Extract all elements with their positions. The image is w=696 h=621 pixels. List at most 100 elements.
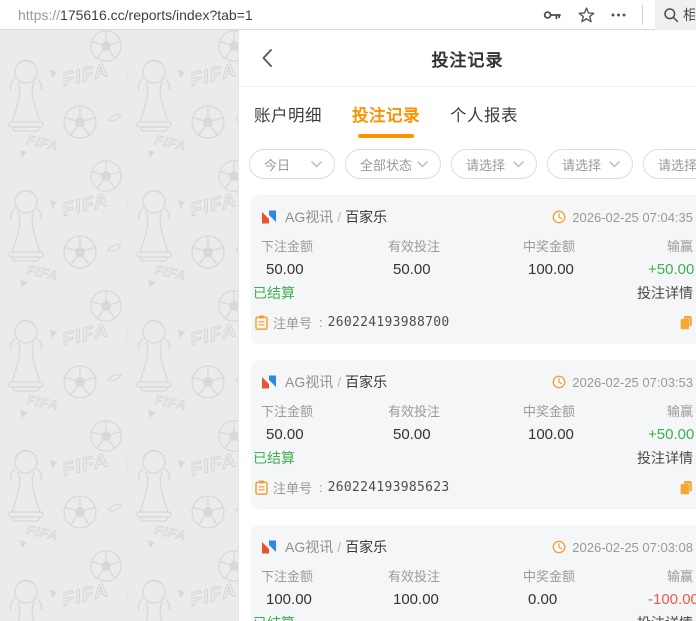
url-scheme: https:// [18, 6, 61, 23]
valid-bet: 50.00 [393, 261, 431, 278]
tab-bet-records[interactable]: 投注记录 [352, 87, 420, 141]
game-provider-logo-icon [262, 375, 276, 389]
card-header: AG视讯 / 百家乐 2026-02-25 07:03:53 [259, 368, 693, 401]
bet-record-card: AG视讯 / 百家乐 2026-02-25 07:03:53 下注金额 有效投注… [251, 360, 696, 509]
filter-label: 请选择 [466, 157, 506, 173]
chevron-down-icon [609, 160, 620, 168]
column-labels: 下注金额 有效投注 中奖金额 输赢 [259, 566, 693, 585]
clock-icon [552, 375, 566, 389]
profit-amount: +50.00 [648, 261, 695, 278]
bet-detail-link[interactable]: 投注详情 [637, 283, 693, 303]
label-valid-bet: 有效投注 [388, 239, 441, 254]
valid-bet: 100.00 [393, 591, 439, 608]
game-name: 百家乐 [345, 209, 388, 225]
win-amount: 100.00 [528, 426, 574, 443]
filter-date[interactable]: 今日 [249, 149, 335, 179]
chevron-down-icon [513, 160, 524, 168]
label-win-amount: 中奖金额 [523, 404, 576, 419]
records-list: AG视讯 / 百家乐 2026-02-25 07:04:35 下注金额 有效投注… [239, 191, 696, 621]
status-badge: 已结算 [253, 285, 295, 301]
valid-bet: 50.00 [393, 426, 431, 443]
filter-label: 全部状态 [360, 157, 413, 173]
order-row: 注单号: 260224193985623 [255, 478, 693, 497]
label-profit: 输赢 [666, 239, 693, 254]
order-number: 260224193988700 [327, 315, 450, 330]
filter-status[interactable]: 全部状态 [345, 149, 441, 179]
status-row: 已结算 投注详情 [253, 448, 693, 468]
separator: / [337, 209, 342, 225]
column-values: 50.00 50.00 100.00 +50.00 [259, 261, 695, 278]
tab-account-detail[interactable]: 账户明细 [254, 87, 322, 141]
label-profit: 输赢 [666, 569, 693, 584]
label-bet-amount: 下注金额 [261, 239, 314, 254]
browser-toolbar: https://175616.cc/reports/index?tab=1 相 [0, 0, 696, 30]
win-amount: 0.00 [528, 591, 558, 608]
key-icon[interactable] [543, 7, 562, 23]
browser-search-segment[interactable]: 相 [655, 0, 696, 30]
toolbar-divider [642, 4, 643, 25]
label-profit: 输赢 [666, 404, 693, 419]
label-valid-bet: 有效投注 [388, 404, 441, 419]
bet-record-card: AG视讯 / 百家乐 2026-02-25 07:03:08 下注金额 有效投注… [251, 525, 696, 621]
tab-personal-report[interactable]: 个人报表 [450, 87, 518, 141]
column-labels: 下注金额 有效投注 中奖金额 输赢 [259, 236, 693, 255]
bet-time: 2026-02-25 07:03:08 [572, 539, 693, 555]
win-amount: 100.00 [528, 261, 574, 278]
filter-label: 请选择 [658, 157, 696, 173]
column-values: 100.00 100.00 0.00 -100.00 [259, 591, 696, 608]
copy-icon[interactable] [679, 480, 693, 495]
copy-icon[interactable] [679, 315, 693, 330]
page-content: FIFA FIFA [0, 30, 696, 621]
label-win-amount: 中奖金额 [523, 239, 576, 254]
order-note-icon [255, 315, 268, 330]
tab-bar: 账户明细 投注记录 个人报表 [239, 87, 696, 141]
order-number: 260224193985623 [327, 480, 450, 495]
bet-amount: 50.00 [266, 261, 304, 278]
game-provider-logo-icon [262, 210, 276, 224]
url-bar[interactable]: https://175616.cc/reports/index?tab=1 [18, 7, 543, 23]
clock-icon [552, 540, 566, 554]
bet-time: 2026-02-25 07:03:53 [572, 374, 693, 390]
profit-amount: -100.00 [648, 591, 696, 608]
tab-label: 个人报表 [450, 107, 518, 125]
status-row: 已结算 投注详情 [253, 283, 693, 303]
reports-panel: 投注记录 账户明细 投注记录 个人报表 今日 全部状态 请选择 请选择 请选择 … [238, 30, 696, 621]
game-name: 百家乐 [345, 539, 388, 555]
tab-label: 投注记录 [352, 107, 420, 125]
filter-label: 请选择 [562, 157, 602, 173]
status-row: 已结算 投注详情 [253, 613, 693, 621]
back-button[interactable] [261, 48, 273, 68]
filter-select-3[interactable]: 请选择 [643, 149, 696, 179]
label-bet-amount: 下注金额 [261, 569, 314, 584]
page-title: 投注记录 [431, 50, 504, 70]
column-values: 50.00 50.00 100.00 +50.00 [259, 426, 695, 443]
label-valid-bet: 有效投注 [388, 569, 441, 584]
bet-record-card: AG视讯 / 百家乐 2026-02-25 07:04:35 下注金额 有效投注… [251, 195, 696, 344]
screen: https://175616.cc/reports/index?tab=1 相 [0, 0, 696, 621]
tab-label: 账户明细 [254, 107, 322, 125]
chevron-down-icon [311, 160, 322, 168]
overflow-menu-icon[interactable] [611, 13, 626, 17]
order-label: 注单号 [273, 481, 313, 496]
filter-label: 今日 [264, 157, 291, 173]
label-win-amount: 中奖金额 [523, 569, 576, 584]
bet-detail-link[interactable]: 投注详情 [637, 448, 693, 468]
filter-select-1[interactable]: 请选择 [451, 149, 537, 179]
filter-select-2[interactable]: 请选择 [547, 149, 633, 179]
bet-amount: 50.00 [266, 426, 304, 443]
order-note-icon [255, 480, 268, 495]
search-icon [663, 7, 679, 23]
separator: / [337, 539, 342, 555]
clock-icon [552, 210, 566, 224]
star-icon[interactable] [578, 6, 595, 23]
profit-amount: +50.00 [648, 426, 695, 443]
bet-detail-link[interactable]: 投注详情 [637, 613, 693, 621]
game-name: 百家乐 [345, 374, 388, 390]
toolbar-icons [543, 4, 655, 25]
filter-bar: 今日 全部状态 请选择 请选择 请选择 [239, 141, 696, 191]
order-row: 注单号: 260224193988700 [255, 313, 693, 332]
label-bet-amount: 下注金额 [261, 404, 314, 419]
search-label-clipped: 相 [683, 6, 695, 23]
order-colon: : [319, 315, 323, 330]
game-provider-logo-icon [262, 540, 276, 554]
